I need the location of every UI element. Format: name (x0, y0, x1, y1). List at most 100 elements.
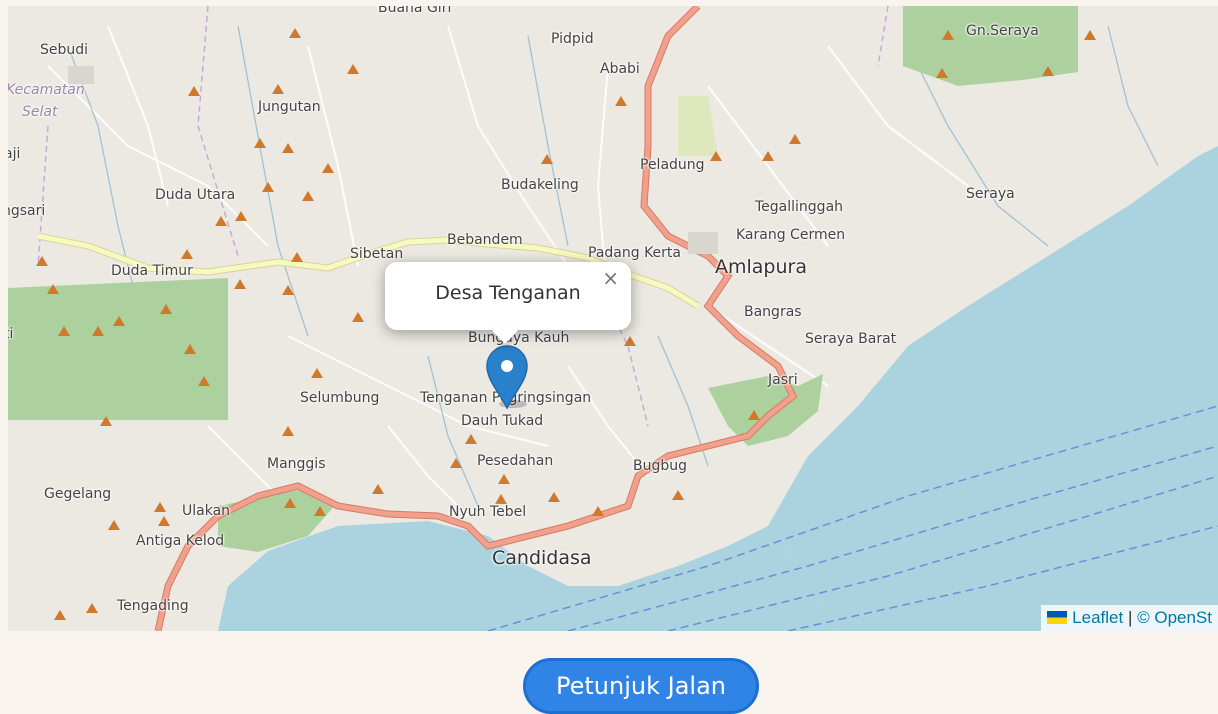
peak-icon (282, 143, 294, 153)
close-icon[interactable]: × (602, 266, 619, 290)
peak-icon (108, 520, 120, 530)
peak-icon (352, 312, 364, 322)
peak-icon (762, 151, 774, 161)
place-label: Manggis (267, 456, 326, 472)
place-label: ngsari (8, 203, 46, 219)
town-label: Candidasa (492, 547, 592, 569)
place-label: Bugbug (633, 458, 688, 474)
place-label: ti (8, 326, 14, 342)
place-label: Sebudi (40, 42, 89, 58)
peak-icon (450, 458, 462, 468)
popup-title: Desa Tenganan (435, 282, 581, 304)
peak-icon (465, 434, 477, 444)
peak-icon (113, 316, 125, 326)
peak-icon (291, 252, 303, 262)
peak-icon (314, 506, 326, 516)
peak-icon (624, 336, 636, 346)
directions-button[interactable]: Petunjuk Jalan (523, 658, 759, 714)
peak-icon (710, 151, 722, 161)
openstreetmap-link[interactable]: © OpenSt (1137, 608, 1212, 627)
place-label: Antiga Kelod (136, 533, 225, 549)
peak-icon (592, 506, 604, 516)
place-label: Budakeling (501, 177, 579, 193)
peak-icon (615, 96, 627, 106)
peak-icon (942, 30, 954, 40)
peak-icon (36, 256, 48, 266)
place-label: Seraya Barat (805, 331, 897, 347)
town-label: Amlapura (715, 256, 807, 278)
place-label: Buana Giri (378, 6, 452, 16)
place-label: Gn.Seraya (966, 23, 1039, 39)
peak-icon (672, 490, 684, 500)
peak-icon (548, 492, 560, 502)
peak-icon (748, 410, 760, 420)
place-label: Pidpid (551, 31, 594, 47)
place-label: Duda Utara (155, 187, 236, 203)
place-label: Seraya (966, 186, 1015, 202)
peak-icon (254, 138, 266, 148)
peak-icon (289, 28, 301, 38)
peak-icon (198, 376, 210, 386)
peak-icon (495, 494, 507, 504)
place-label: Gegelang (44, 486, 112, 502)
peak-icon (92, 326, 104, 336)
place-label: Pesedahan (477, 453, 554, 469)
peak-icon (154, 502, 166, 512)
map-container[interactable]: Buana Giri Sebudi Kecamatan Selat aji ng… (8, 6, 1218, 631)
place-label: Tegallinggah (755, 199, 844, 215)
place-label: Bangras (744, 304, 802, 320)
peak-icon (100, 416, 112, 426)
peak-icon (789, 134, 801, 144)
peak-icon (234, 279, 246, 289)
place-label: Nyuh Tebel (449, 504, 527, 520)
peak-icon (160, 304, 172, 314)
peak-icon (347, 64, 359, 74)
peak-icon (1084, 30, 1096, 40)
peak-icon (184, 344, 196, 354)
peak-icon (1042, 66, 1054, 76)
peak-icon (372, 484, 384, 494)
peak-icon (86, 603, 98, 613)
ukraine-flag-icon (1047, 611, 1068, 624)
leaflet-link[interactable]: Leaflet (1072, 608, 1123, 627)
place-label: Padang Kerta (588, 245, 681, 261)
peak-icon (47, 284, 59, 294)
peak-icon (284, 498, 296, 508)
place-label: Karang Cermen (736, 227, 846, 243)
place-label: Jungutan (258, 99, 321, 115)
peak-icon (215, 216, 227, 226)
peak-icon (54, 610, 66, 620)
district-label: Kecamatan (8, 82, 85, 98)
peak-icon (282, 426, 294, 436)
peak-icon (936, 68, 948, 78)
attribution-separator: | (1127, 608, 1133, 627)
marker-popup: × Desa Tenganan (385, 262, 631, 330)
place-label: Ababi (600, 61, 640, 77)
place-label: Ulakan (182, 503, 231, 519)
peak-icon (262, 182, 274, 192)
place-label: Tengading (117, 598, 189, 614)
peak-icon (58, 326, 70, 336)
peak-icon (322, 163, 334, 173)
place-label: Bebandem (447, 232, 523, 248)
place-label: Selumbung (300, 390, 380, 406)
peak-icon (282, 285, 294, 295)
location-marker-icon[interactable] (485, 344, 529, 414)
place-label: Sibetan (350, 246, 404, 262)
peak-icon (181, 249, 193, 259)
place-label: Dauh Tukad (461, 413, 544, 429)
peak-icon (272, 84, 284, 94)
map-attribution: Leaflet | © OpenSt (1041, 605, 1218, 631)
peak-icon (302, 191, 314, 201)
peak-icon (311, 368, 323, 378)
place-label: Jasri (768, 372, 798, 388)
peak-icon (235, 211, 247, 221)
peak-icon (541, 154, 553, 164)
district-label: Selat (22, 104, 58, 120)
place-label: Peladung (640, 157, 705, 173)
peak-icon (498, 474, 510, 484)
peak-icon (158, 516, 170, 526)
peak-icon (188, 86, 200, 96)
place-label: aji (8, 146, 21, 162)
place-label: Duda Timur (111, 263, 193, 279)
